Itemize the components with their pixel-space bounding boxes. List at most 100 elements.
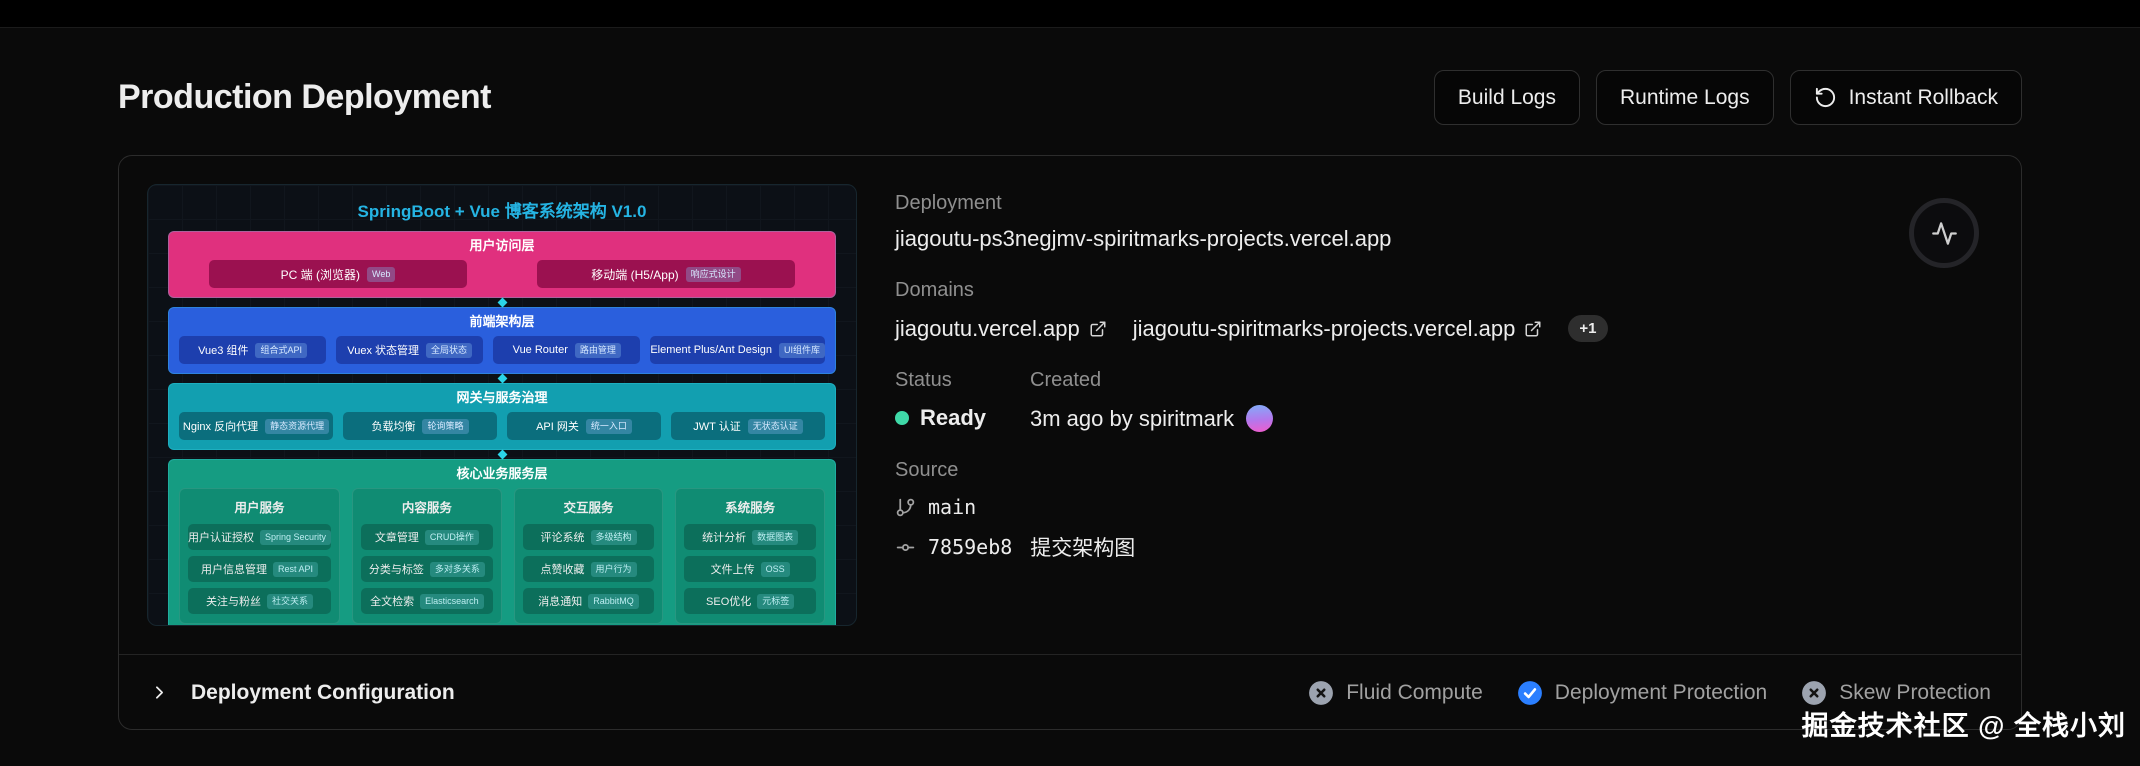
diagram-node: SEO优化 元标签 — [684, 588, 816, 614]
deployment-label: Deployment — [895, 192, 1002, 214]
diagram-node-tag: UI组件库 — [779, 342, 826, 358]
chevron-right-icon — [149, 682, 170, 703]
diagram-node: 评论系统 多级结构 — [522, 524, 655, 550]
configuration-status-item[interactable]: Deployment Protection — [1517, 680, 1767, 706]
diagram-service-column: 系统服务 统计分析 数据图表 文件上传 OSS SEO优化 元标签 — [675, 488, 825, 624]
diagram-node: 消息通知 RabbitMQ — [522, 588, 655, 614]
deployment-card-main: SpringBoot + Vue 博客系统架构 V1.0 用户访问层 PC 端 … — [119, 156, 2021, 654]
page-header: Production Deployment Build Logs Runtime… — [0, 28, 2140, 125]
commit-message: 提交架构图 — [1030, 537, 1136, 560]
domain-link[interactable]: jiagoutu.vercel.app — [895, 316, 1107, 342]
git-commit-icon — [896, 543, 915, 551]
source-section: Source main 7859eb8 提交架构图 — [895, 459, 1993, 562]
activity-pulse-icon — [1931, 221, 1957, 245]
layer-connector-arrow — [168, 298, 836, 307]
watermark: 掘金技术社区 @ 全栈小刘 — [1801, 711, 2126, 741]
diagram-node-tag: 用户行为 — [590, 561, 637, 577]
diagram-node-tag: CRUD操作 — [424, 529, 479, 545]
page-title: Production Deployment — [118, 78, 491, 116]
diagram-service-column: 内容服务 文章管理 CRUD操作 分类与标签 多对多关系 全文检索 Elasti… — [352, 488, 502, 624]
diagram-node: Vue Router 路由管理 — [493, 336, 641, 364]
configuration-status-list: Fluid Compute Deployment Protection Skew… — [1308, 680, 1991, 706]
diagram-service-column: 用户服务 用户认证授权 Spring Security 用户信息管理 Rest … — [179, 488, 341, 624]
header-action-label: Runtime Logs — [1620, 85, 1750, 109]
diagram-node-tag: 统一入口 — [585, 418, 632, 434]
diagram-node: Nginx 反向代理 静态资源代理 — [179, 412, 333, 440]
diagram-node-tag: 数据图表 — [752, 529, 799, 545]
diagram-node: 分类与标签 多对多关系 — [361, 556, 493, 582]
deployment-configuration-row: Deployment Configuration Fluid Compute D… — [119, 654, 2021, 729]
diagram-node-tag: 路由管理 — [574, 342, 621, 358]
diagram-node: 用户信息管理 Rest API — [188, 556, 332, 582]
diagram-layer-gateway: 网关与服务治理 Nginx 反向代理 静态资源代理 负载均衡 轮询策略 API … — [168, 383, 836, 450]
diagram-service-column: 交互服务 评论系统 多级结构 点赞收藏 用户行为 消息通知 RabbitMQ — [513, 488, 664, 624]
configuration-status-label: Fluid Compute — [1346, 680, 1483, 704]
diagram-title: SpringBoot + Vue 博客系统架构 V1.0 — [357, 202, 647, 221]
layer-connector-arrow — [168, 374, 836, 383]
diagram-node-tag: 组合式API — [255, 342, 307, 358]
deployment-url: jiagoutu-ps3negjmv-spiritmarks-projects.… — [895, 226, 1392, 251]
domain-link[interactable]: jiagoutu-spiritmarks-projects.vercel.app — [1133, 316, 1543, 342]
diagram-node-tag: 静态资源代理 — [265, 418, 330, 434]
deployment-configuration-toggle[interactable]: Deployment Configuration — [149, 681, 455, 705]
window-top-strip — [0, 0, 2140, 28]
header-action-button[interactable]: Runtime Logs — [1596, 70, 1774, 125]
git-branch-icon — [896, 498, 915, 516]
diagram-layer-user-access: 用户访问层 PC 端 (浏览器) Web 移动端 (H5/App) 响应式设计 — [168, 231, 836, 298]
header-action-label: Instant Rollback — [1848, 85, 1998, 109]
page: Production Deployment Build Logs Runtime… — [0, 28, 2140, 766]
deployment-preview-screenshot[interactable]: SpringBoot + Vue 博客系统架构 V1.0 用户访问层 PC 端 … — [147, 184, 857, 626]
deployment-card: SpringBoot + Vue 博客系统架构 V1.0 用户访问层 PC 端 … — [118, 155, 2022, 730]
diagram-node-tag: 轮询策略 — [422, 418, 469, 434]
diagram-layer-frontend: 前端架构层 Vue3 组件 组合式API Vuex 状态管理 全局状态 Vue … — [168, 307, 836, 374]
deployment-section: Deployment jiagoutu-ps3negjmv-spiritmark… — [895, 192, 1993, 252]
diagram-node-tag: 响应式设计 — [685, 266, 741, 282]
diagram-node: PC 端 (浏览器) Web — [208, 260, 468, 288]
domains-section: Domains jiagoutu.vercel.app jiagoutu-spi… — [895, 279, 1993, 342]
diagram-node-tag: 多级结构 — [590, 529, 637, 545]
configuration-status-item[interactable]: Fluid Compute — [1308, 680, 1483, 706]
external-link-icon — [1525, 321, 1541, 336]
ready-status-dot — [895, 411, 909, 425]
diagram-node: 用户认证授权 Spring Security — [188, 524, 332, 550]
diagram-node: JWT 认证 无状态认证 — [671, 412, 825, 440]
diagram-node: 文章管理 CRUD操作 — [361, 524, 493, 550]
diagram-node-tag: 社交关系 — [267, 593, 314, 609]
architecture-diagram: SpringBoot + Vue 博客系统架构 V1.0 用户访问层 PC 端 … — [148, 185, 856, 625]
layer-connector-arrow — [168, 450, 836, 459]
deployment-configuration-title: Deployment Configuration — [191, 680, 455, 704]
diagram-node-tag: Spring Security — [260, 529, 332, 545]
header-action-button[interactable]: Instant Rollback — [1789, 70, 2022, 125]
diagram-node: 移动端 (H5/App) 响应式设计 — [536, 260, 796, 288]
configuration-status-label: Skew Protection — [1839, 680, 1991, 704]
deployment-details: Deployment jiagoutu-ps3negjmv-spiritmark… — [895, 184, 1993, 626]
diagram-node: 负载均衡 轮询策略 — [343, 412, 497, 440]
source-label: Source — [895, 459, 959, 481]
status-label: Status — [895, 369, 952, 391]
diagram-node-tag: 无状态认证 — [747, 418, 803, 434]
more-domains-badge[interactable]: +1 — [1568, 315, 1608, 342]
diagram-node: 全文检索 Elasticsearch — [361, 588, 493, 614]
configuration-status-label: Deployment Protection — [1554, 680, 1768, 704]
diagram-node: API 网关 统一入口 — [507, 412, 661, 440]
domains-label: Domains — [895, 279, 974, 301]
diagram-node-tag: 全局状态 — [426, 342, 473, 358]
diagram-node-tag: Web — [366, 266, 396, 282]
diagram-node: 点赞收藏 用户行为 — [522, 556, 655, 582]
external-link-icon — [1090, 321, 1106, 336]
activity-button[interactable] — [1909, 198, 1979, 268]
diagram-node: 文件上传 OSS — [684, 556, 816, 582]
diagram-node-tag: OSS — [760, 561, 790, 577]
configuration-status-item[interactable]: Skew Protection — [1801, 680, 1991, 706]
status-badge: Ready — [920, 405, 987, 430]
diagram-node: 统计分析 数据图表 — [684, 524, 816, 550]
diagram-node: Vuex 状态管理 全局状态 — [336, 336, 484, 364]
header-action-label: Build Logs — [1457, 85, 1556, 109]
commit-hash: 7859eb8 — [928, 535, 1013, 559]
avatar — [1246, 405, 1274, 432]
status-created-section: Status Ready Created 3m ago by spiritmar… — [895, 369, 1993, 432]
header-action-button[interactable]: Build Logs — [1433, 70, 1580, 125]
diagram-node-tag: 多对多关系 — [429, 561, 485, 577]
diagram-node: 关注与粉丝 社交关系 — [188, 588, 332, 614]
disabled-x-circle-icon — [1309, 680, 1334, 705]
